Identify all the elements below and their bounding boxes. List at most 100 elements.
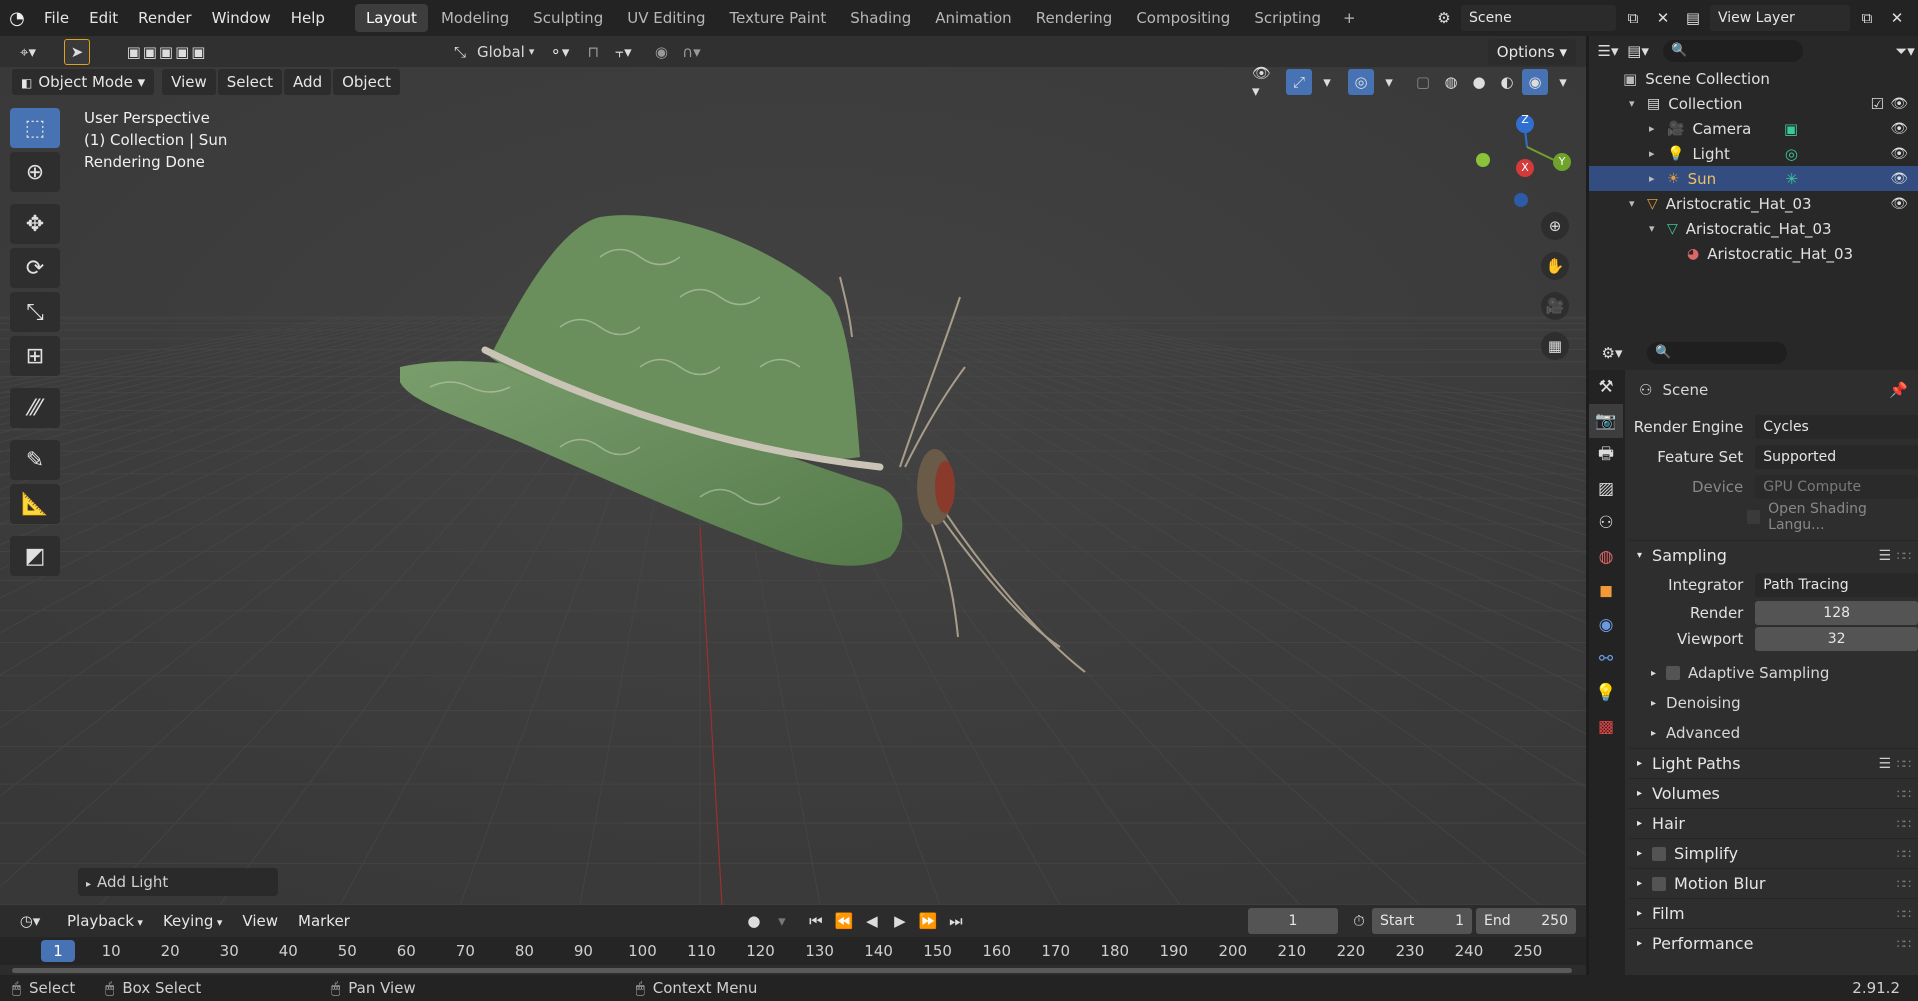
wireframe-shading-icon[interactable]: ◍ xyxy=(1438,69,1464,95)
drag-handle-icon[interactable]: ∷∷ xyxy=(1897,907,1911,921)
drag-handle-icon[interactable]: ∷∷ xyxy=(1897,877,1911,891)
view-layer-tab-icon[interactable]: ▨ xyxy=(1589,472,1623,506)
visibility-eye-icon[interactable]: 👁 xyxy=(1890,196,1908,212)
menu-help[interactable]: Help xyxy=(281,0,335,36)
auto-keying-icon[interactable]: ● xyxy=(741,908,767,934)
drag-handle-icon[interactable]: ∷∷ xyxy=(1897,937,1911,951)
output-tab-icon[interactable]: 🖶 xyxy=(1589,438,1623,472)
timeline-menu-playback[interactable]: Playback ▾ xyxy=(58,908,152,934)
render-samples-field[interactable]: 128 xyxy=(1755,601,1918,625)
material-preview-icon[interactable]: ◐ xyxy=(1494,69,1520,95)
annotate-line-tool-icon[interactable]: ✎ xyxy=(10,440,60,480)
world-tab-icon[interactable]: ◍ xyxy=(1589,540,1623,574)
preview-range-icon[interactable]: ⏱ xyxy=(1346,908,1372,934)
add-cube-tool-icon[interactable]: ◩ xyxy=(10,536,60,576)
overlays-toggle-icon[interactable]: ◎ xyxy=(1348,69,1374,95)
outliner-row[interactable]: ▾ ▽ Aristocratic_Hat_03 xyxy=(1589,216,1918,241)
visibility-eye-icon[interactable]: 👁 xyxy=(1890,171,1908,187)
gizmo-neg-y-axis[interactable] xyxy=(1476,153,1490,167)
snap-icon[interactable]: ⊓ xyxy=(580,39,606,65)
properties-editor-type-icon[interactable]: ⚙▾ xyxy=(1599,340,1625,366)
presets-icon[interactable]: ☰ xyxy=(1878,548,1891,564)
drag-handle-icon[interactable]: ∷∷ xyxy=(1897,817,1911,831)
texture-tab-icon[interactable]: ▩ xyxy=(1589,710,1623,744)
tool-tab-icon[interactable]: ⚒ xyxy=(1589,370,1623,404)
visibility-eye-icon[interactable]: 👁 xyxy=(1890,121,1908,137)
perspective-toggle-icon[interactable]: ▦ xyxy=(1541,332,1569,360)
expand-arrow-icon[interactable]: ▾ xyxy=(1629,197,1643,210)
tab-uv-editing[interactable]: UV Editing xyxy=(616,4,716,32)
scene-tab-icon[interactable]: ⚇ xyxy=(1589,506,1623,540)
expand-arrow-icon[interactable]: ▾ xyxy=(1649,222,1663,235)
overlays-dropdown-icon[interactable]: ▾ xyxy=(1376,69,1402,95)
object-data-tab-icon[interactable]: 💡 xyxy=(1589,676,1623,710)
panel-hair[interactable]: ▸ Hair ∷∷ xyxy=(1629,808,1918,838)
menu-edit[interactable]: Edit xyxy=(79,0,128,36)
keying-dropdown-icon[interactable]: ▾ xyxy=(769,908,795,934)
timeline-scrollbar[interactable] xyxy=(12,968,1572,973)
tab-compositing[interactable]: Compositing xyxy=(1125,4,1241,32)
tab-sculpting[interactable]: Sculpting xyxy=(522,4,614,32)
xray-icon[interactable]: ▢ xyxy=(1410,69,1436,95)
drag-handle-icon[interactable]: ∷∷ xyxy=(1897,847,1911,861)
expand-arrow-icon[interactable]: ▾ xyxy=(1629,97,1643,110)
editor-type-icon[interactable]: ⌖▾ xyxy=(10,39,46,65)
simplify-checkbox[interactable] xyxy=(1652,846,1667,861)
options-dropdown[interactable]: Options ▾ xyxy=(1487,38,1576,65)
adaptive-sampling-checkbox[interactable] xyxy=(1666,666,1681,680)
visibility-eye-icon[interactable]: 👁 xyxy=(1890,146,1908,162)
measure-tool-icon[interactable]: 📐 xyxy=(10,484,60,524)
jump-end-icon[interactable]: ⏭ xyxy=(943,908,969,934)
integrator-dropdown[interactable]: Path Tracing xyxy=(1755,573,1918,597)
render-tab-icon[interactable]: 📷 xyxy=(1589,404,1623,438)
panel-light-paths[interactable]: ▸ Light Paths ☰ ∷∷ xyxy=(1629,748,1918,778)
pin-icon[interactable]: 📌 xyxy=(1889,381,1908,399)
physics-tab-icon[interactable]: ◉ xyxy=(1589,608,1623,642)
tab-shading[interactable]: Shading xyxy=(839,4,922,32)
outliner-root[interactable]: ▣ Scene Collection xyxy=(1589,66,1918,91)
select-tool-icon[interactable]: ➤ xyxy=(64,38,90,65)
move-tool-icon[interactable]: ✥ xyxy=(10,204,60,244)
zoom-icon[interactable]: ⊕ xyxy=(1541,212,1569,240)
visibility-eye-icon[interactable]: 👁 xyxy=(1890,96,1908,112)
constraints-tab-icon[interactable]: ⚯ xyxy=(1589,642,1623,676)
render-engine-dropdown[interactable]: Cycles xyxy=(1755,415,1918,439)
panel-simplify[interactable]: ▸ Simplify ∷∷ xyxy=(1629,838,1918,868)
current-frame-field[interactable]: 1 xyxy=(1248,908,1338,934)
view-layer-field[interactable]: View Layer xyxy=(1710,5,1850,31)
gizmo-dropdown-icon[interactable]: ▾ xyxy=(1314,69,1340,95)
orientation-dropdown[interactable]: Global xyxy=(477,43,525,61)
expand-arrow-icon[interactable]: ▸ xyxy=(1649,147,1663,160)
end-frame-field[interactable]: End 250 xyxy=(1476,908,1576,934)
tab-modeling[interactable]: Modeling xyxy=(430,4,520,32)
blender-logo-icon[interactable]: ◔ xyxy=(0,8,34,29)
jump-key-forward-icon[interactable]: ⏩ xyxy=(915,908,941,934)
outliner-row[interactable]: ▾ ▽ Aristocratic_Hat_03 👁 xyxy=(1589,191,1918,216)
tab-scripting[interactable]: Scripting xyxy=(1243,4,1332,32)
device-dropdown[interactable]: GPU Compute xyxy=(1755,475,1918,499)
expand-arrow-icon[interactable]: ▸ xyxy=(1649,122,1663,135)
add-workspace-button[interactable]: + xyxy=(1332,4,1367,32)
viewport-samples-field[interactable]: 32 xyxy=(1755,627,1918,651)
timeline-menu-keying[interactable]: Keying ▾ xyxy=(154,908,231,934)
scale-tool-icon[interactable]: ⤡ xyxy=(10,292,60,332)
select-box-tool-icon[interactable]: ⬚ xyxy=(10,108,60,148)
new-view-layer-icon[interactable]: ⧉ xyxy=(1854,5,1880,31)
outliner-row[interactable]: ◕ Aristocratic_Hat_03 xyxy=(1589,241,1918,266)
menu-window[interactable]: Window xyxy=(202,0,281,36)
cursor-tool-icon[interactable]: ⊕ xyxy=(10,152,60,192)
outliner-row[interactable]: ▸ 💡 Light ◎ 👁 xyxy=(1589,141,1918,166)
outliner-search-input[interactable]: 🔍 xyxy=(1663,40,1803,62)
play-icon[interactable]: ▶ xyxy=(887,908,913,934)
sampling-panel-header[interactable]: ▾ Sampling ☰ ∷∷ xyxy=(1629,540,1918,570)
transform-tool-icon[interactable]: ⊞ xyxy=(10,336,60,376)
panel-motion-blur[interactable]: ▸ Motion Blur ∷∷ xyxy=(1629,868,1918,898)
object-tab-icon[interactable]: ◼ xyxy=(1589,574,1623,608)
scene-browse-icon[interactable]: ⚙ xyxy=(1431,5,1457,31)
start-frame-field[interactable]: Start 1 xyxy=(1372,908,1472,934)
timeline-editor-type-icon[interactable]: ◷▾ xyxy=(12,908,48,934)
viewport-menu-add[interactable]: Add xyxy=(284,69,332,95)
transform-orientation-icon[interactable]: ⤡ xyxy=(447,39,473,65)
snap-target-icon[interactable]: ⫟▾ xyxy=(610,39,636,65)
subpanel-adaptive-sampling[interactable]: ▸ Adaptive Sampling xyxy=(1629,658,1918,688)
